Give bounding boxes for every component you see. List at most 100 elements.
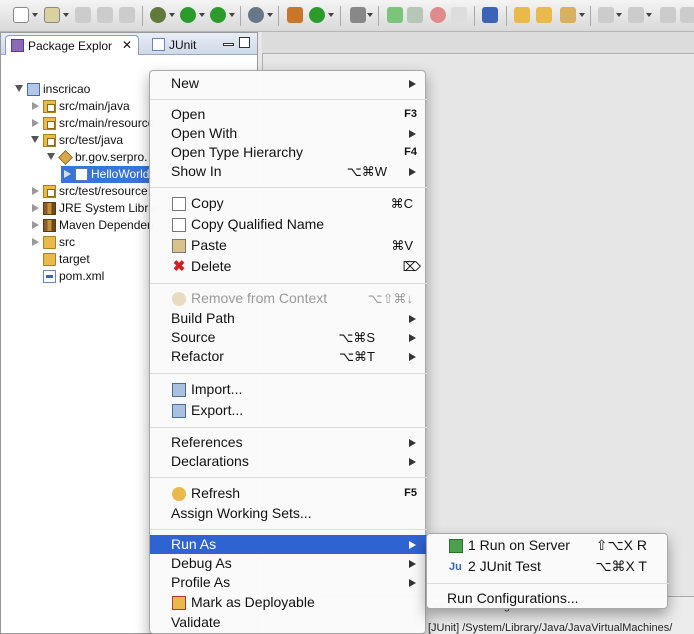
toolbar-separator — [590, 6, 591, 26]
maven-icon[interactable] — [482, 7, 498, 23]
folder-icon — [43, 236, 56, 249]
menu-item-export[interactable]: Export... — [150, 401, 427, 420]
tab-junit[interactable]: JUnit — [147, 35, 207, 55]
menu-item-shortcut: F4 — [404, 146, 417, 158]
menu-item-copy[interactable]: Copy ⌘C — [150, 194, 427, 213]
save-icon[interactable] — [75, 7, 91, 23]
search-dropdown-icon[interactable] — [267, 13, 273, 17]
menu-item-refresh[interactable]: Refresh F5 — [150, 484, 427, 503]
collapsed-icon[interactable] — [32, 221, 39, 229]
prev-annotation-dropdown-icon[interactable] — [646, 13, 652, 17]
collapsed-icon[interactable] — [32, 187, 39, 195]
view-tabbar: Package Explor ✕ JUnit — [1, 33, 257, 55]
junit-icon: Ju — [449, 561, 462, 573]
menu-item-remove-from-context[interactable]: Remove from Context ⌥⇧⌘↓ — [150, 289, 427, 308]
search-icon[interactable] — [248, 7, 264, 23]
menu-item-references[interactable]: References — [150, 433, 427, 452]
menu-item-open-with[interactable]: Open With — [150, 124, 427, 143]
next-annotation-dropdown-icon[interactable] — [616, 13, 622, 17]
debug-icon[interactable] — [150, 7, 166, 23]
new-dropdown-icon[interactable] — [32, 13, 38, 17]
submenu-item-run-on-server[interactable]: 1 Run on Server ⇧⌥X R — [427, 536, 669, 555]
submenu-item-run-configurations[interactable]: Run Configurations... — [427, 589, 669, 608]
submenu-item-junit-test[interactable]: Ju 2 JUnit Test ⌥⌘X T — [427, 557, 669, 576]
run-dropdown-icon[interactable] — [199, 13, 205, 17]
menu-item-delete[interactable]: ✖ Delete ⌦ — [150, 257, 427, 276]
stop-server-icon[interactable] — [430, 7, 446, 23]
collapsed-icon[interactable] — [32, 102, 39, 110]
close-icon[interactable]: ✕ — [122, 38, 132, 52]
publish-icon[interactable] — [451, 7, 467, 23]
submenu-arrow-icon — [409, 315, 416, 323]
menu-item-shortcut: ⌘V — [391, 238, 413, 253]
expand-icon[interactable] — [31, 136, 39, 143]
new-project-icon[interactable] — [44, 7, 60, 23]
save-all-icon[interactable] — [97, 7, 113, 23]
open-task-icon[interactable] — [536, 7, 552, 23]
minimize-icon[interactable] — [223, 43, 234, 46]
server-dropdown-icon[interactable] — [367, 13, 373, 17]
submenu-arrow-icon — [409, 130, 416, 138]
collapsed-icon[interactable] — [32, 238, 39, 246]
menu-item-build-path[interactable]: Build Path — [150, 309, 427, 328]
menu-item-copy-qualified-name[interactable]: Copy Qualified Name — [150, 215, 427, 234]
maximize-icon[interactable] — [239, 37, 250, 48]
annotation-dropdown-icon[interactable] — [579, 13, 585, 17]
debug-server-icon[interactable] — [407, 7, 423, 23]
collapsed-icon[interactable] — [32, 119, 39, 127]
print-icon[interactable] — [119, 7, 135, 23]
submenu-arrow-icon — [409, 458, 416, 466]
menu-item-declarations[interactable]: Declarations — [150, 452, 427, 471]
menu-item-debug-as[interactable]: Debug As — [150, 554, 427, 573]
expand-icon[interactable] — [15, 85, 23, 92]
menu-item-label: Assign Working Sets... — [171, 505, 312, 521]
menu-item-run-as[interactable]: Run As — [150, 535, 427, 554]
tab-package-explorer-label: Package Explor — [28, 39, 113, 53]
new-class-icon[interactable] — [287, 7, 303, 23]
menu-item-paste[interactable]: Paste ⌘V — [150, 236, 427, 255]
tree-row-selected[interactable]: HelloWorld — [61, 166, 151, 183]
expand-icon[interactable] — [47, 153, 55, 160]
start-server-icon[interactable] — [387, 7, 403, 23]
next-annotation-icon[interactable] — [598, 7, 614, 23]
tab-package-explorer[interactable]: Package Explor ✕ — [5, 35, 139, 55]
menu-item-shortcut: F3 — [404, 108, 417, 120]
menu-item-label: Import... — [191, 381, 243, 397]
annotation-icon[interactable] — [560, 7, 576, 23]
new-project-dropdown-icon[interactable] — [63, 13, 69, 17]
menu-item-label: Remove from Context — [191, 290, 328, 306]
coverage-dropdown-icon[interactable] — [328, 13, 334, 17]
menu-item-shortcut: ⌘C — [390, 196, 413, 211]
debug-dropdown-icon[interactable] — [169, 13, 175, 17]
menu-item-label: Export... — [191, 402, 244, 418]
server-icon[interactable] — [350, 7, 366, 23]
menu-item-import[interactable]: Import... — [150, 380, 427, 399]
toolbar-separator — [278, 6, 279, 26]
coverage-icon[interactable] — [309, 7, 325, 23]
menu-item-profile-as[interactable]: Profile As — [150, 573, 427, 592]
back-icon[interactable] — [660, 7, 676, 23]
tab-junit-label: JUnit — [169, 38, 197, 52]
collapsed-icon[interactable] — [32, 204, 39, 212]
menu-item-source[interactable]: Source ⌥⌘S — [150, 328, 427, 347]
menu-item-assign-working-sets[interactable]: Assign Working Sets... — [150, 504, 427, 523]
open-type-icon[interactable] — [514, 7, 530, 23]
external-tools-icon[interactable] — [210, 7, 226, 23]
menu-item-open[interactable]: Open F3 — [150, 105, 427, 124]
menu-item-show-in[interactable]: Show In ⌥⌘W — [150, 162, 427, 181]
menu-item-new[interactable]: New — [150, 74, 427, 93]
tree-row-label: pom.xml — [59, 269, 105, 283]
menu-item-open-type-hierarchy[interactable]: Open Type Hierarchy F4 — [150, 143, 427, 162]
menu-separator — [150, 283, 427, 284]
forward-icon[interactable] — [680, 7, 694, 23]
new-icon[interactable] — [13, 7, 29, 23]
tree-row-label: src/main/java — [59, 99, 130, 113]
menu-item-refactor[interactable]: Refactor ⌥⌘T — [150, 347, 427, 366]
submenu-item-shortcut: ⇧⌥X R — [595, 537, 647, 553]
run-icon[interactable] — [180, 7, 196, 23]
collapsed-icon[interactable] — [64, 170, 71, 178]
menu-item-validate[interactable]: Validate — [150, 613, 427, 632]
prev-annotation-icon[interactable] — [628, 7, 644, 23]
external-tools-dropdown-icon[interactable] — [229, 13, 235, 17]
menu-item-mark-as-deployable[interactable]: Mark as Deployable — [150, 593, 427, 612]
